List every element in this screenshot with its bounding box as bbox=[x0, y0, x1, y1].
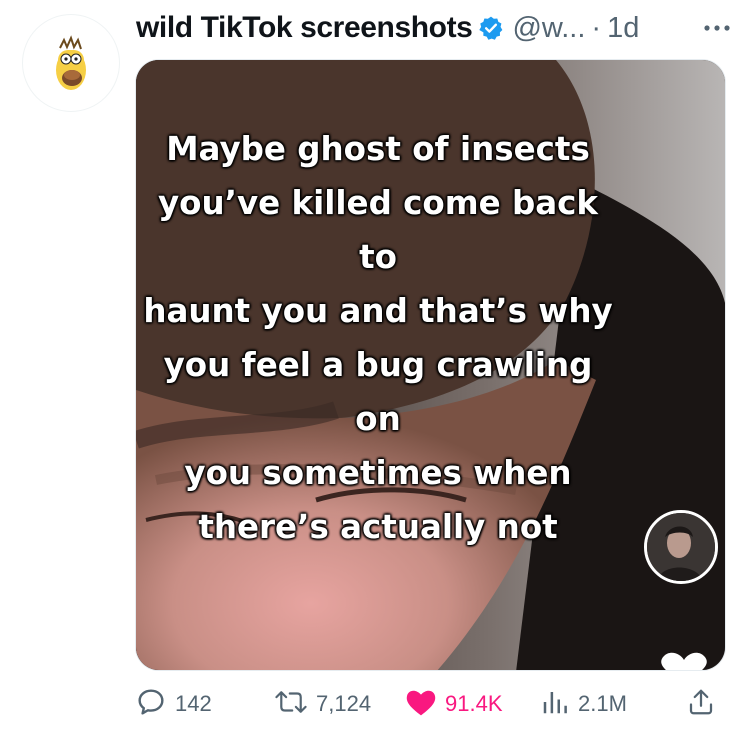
reply-count: 142 bbox=[175, 691, 212, 716]
heart-overlay-icon bbox=[656, 652, 712, 670]
author-avatar[interactable] bbox=[22, 14, 120, 112]
author-name[interactable]: wild TikTok screenshots bbox=[136, 11, 473, 45]
reply-button[interactable]: 142 bbox=[135, 684, 212, 724]
tweet-time[interactable]: 1d bbox=[607, 12, 639, 45]
meme-caption: Maybe ghost of insects you’ve killed com… bbox=[143, 130, 613, 546]
author-handle[interactable]: @w... bbox=[512, 12, 585, 45]
share-button[interactable] bbox=[686, 684, 716, 724]
like-button[interactable]: 91.4K bbox=[405, 684, 503, 724]
views-button[interactable]: 2.1M bbox=[540, 684, 627, 724]
retweet-button[interactable]: 7,124 bbox=[274, 684, 371, 724]
like-count: 91.4K bbox=[445, 691, 503, 716]
more-options-icon[interactable] bbox=[702, 8, 732, 48]
tiktok-profile-picture bbox=[644, 510, 718, 584]
share-icon bbox=[686, 687, 716, 722]
tweet-actions: 142 7,124 91.4K 2.1M bbox=[135, 684, 730, 724]
separator-dot: · bbox=[591, 11, 602, 44]
retweet-icon bbox=[274, 687, 308, 722]
views-count: 2.1M bbox=[578, 691, 627, 716]
verified-badge-icon bbox=[478, 15, 504, 41]
tweet-media[interactable]: Maybe ghost of insects you’ve killed com… bbox=[135, 59, 726, 671]
tweet-header: wild TikTok screenshots @w... · 1d bbox=[136, 8, 740, 48]
cartoon-avatar-icon bbox=[56, 35, 86, 90]
reply-icon bbox=[135, 686, 167, 723]
like-icon bbox=[405, 687, 437, 722]
views-icon bbox=[540, 687, 570, 722]
retweet-count: 7,124 bbox=[316, 691, 372, 716]
